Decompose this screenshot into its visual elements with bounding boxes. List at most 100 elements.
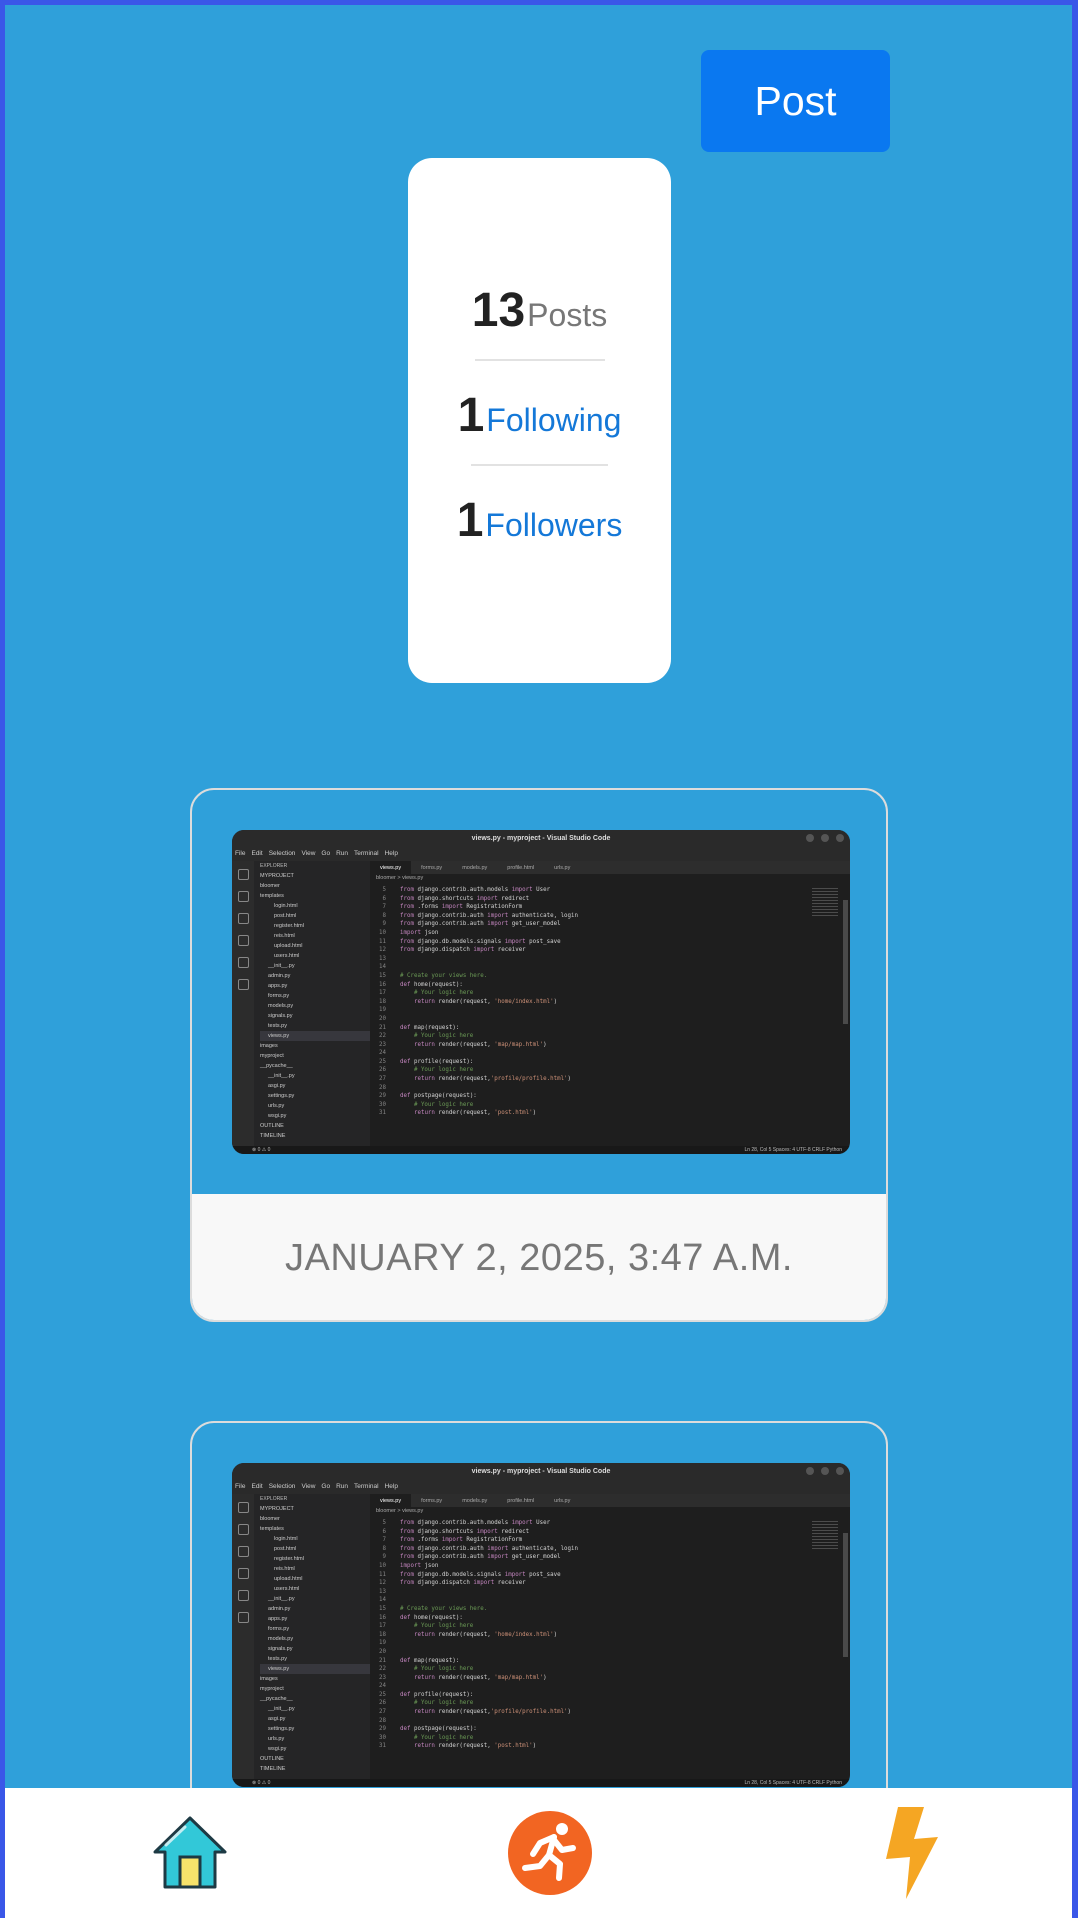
code-line: 31 return render(request, 'post.html'): [379, 1743, 537, 1750]
followers-count: 1: [456, 494, 484, 547]
activity-icon: [238, 891, 249, 902]
explorer-item: signals.py: [268, 1013, 293, 1019]
code-line: 30 # Your logic here: [379, 1101, 474, 1108]
following-stat[interactable]: 1 Following: [408, 388, 671, 443]
explorer-item: urls.py: [268, 1736, 285, 1742]
explorer-item: wsgi.py: [268, 1746, 287, 1752]
code-line: 23 return render(request, 'map/map.html'…: [379, 1674, 547, 1681]
code-line: 21 def map(request):: [379, 1657, 460, 1664]
explorer-item: MYPROJECT: [260, 873, 294, 879]
app-screen: Post 13 Posts 1 Following 1 Followers vi…: [5, 5, 1072, 1918]
code-line: 22 # Your logic here: [379, 1033, 474, 1040]
code-line: 12 from django.dispatch import receiver: [379, 947, 526, 954]
menu-item: Help: [384, 850, 398, 857]
explorer-item: apps.py: [268, 983, 288, 989]
explorer-item: reis.html: [274, 933, 295, 939]
explorer-item: __pycache__: [260, 1696, 293, 1702]
menu-bar: File Edit Selection View Go Run Terminal Help: [232, 1479, 850, 1494]
menu-item: Edit: [251, 850, 263, 857]
code-line: 11 from django.db.models.signals import p…: [379, 1571, 561, 1578]
code-line: 16 def home(request):: [379, 1614, 463, 1621]
post-card[interactable]: views.py - myproject - Visual Studio Cod…: [190, 788, 888, 1322]
lightning-icon: [886, 1807, 938, 1899]
home-icon: [153, 1816, 227, 1889]
explorer-item: reis.html: [274, 1566, 295, 1572]
code-line: 24: [379, 1683, 386, 1690]
post-image[interactable]: views.py - myproject - Visual Studio Cod…: [232, 1463, 850, 1787]
code-line: 6 from django.shortcuts import redirect: [382, 1528, 530, 1535]
explorer-panel: EXPLORER MYPROJECT bloomer templates login.h…: [254, 861, 370, 1146]
explorer-item: post.html: [274, 913, 297, 919]
code-line: 22 # Your logic here: [379, 1666, 474, 1673]
activity-icon: [238, 913, 249, 924]
posts-count: 13: [471, 284, 526, 337]
explorer-item: bloomer: [260, 1516, 280, 1522]
editor-tab: urls.py: [554, 1497, 571, 1504]
activity-bar: [232, 1494, 254, 1779]
explorer-item: MYPROJECT: [260, 1506, 294, 1512]
explorer-title: EXPLORER: [260, 1496, 288, 1502]
nav-home[interactable]: [105, 1788, 275, 1918]
post-image[interactable]: views.py - myproject - Visual Studio Cod…: [232, 830, 850, 1154]
window-title: views.py - myproject - Visual Studio Cod…: [232, 1463, 850, 1479]
explorer-title: EXPLORER: [260, 863, 288, 869]
editor-tab: views.py: [370, 1494, 412, 1507]
breadcrumb: bloomer > views.py: [376, 1508, 424, 1514]
menu-bar: File Edit Selection View Go Run Terminal Help: [232, 846, 850, 861]
code-line: 31 return render(request, 'post.html'): [379, 1110, 537, 1117]
status-bar: ⊗ 0 ⚠ 0 Ln 28, Col 5 Spaces: 4 UTF-8 CRLF…: [232, 1779, 850, 1787]
explorer-item: admin.py: [268, 1606, 291, 1612]
minimap: [812, 888, 838, 916]
code-line: 13: [379, 955, 386, 962]
explorer-item: models.py: [268, 1003, 294, 1009]
editor-tab: models.py: [462, 864, 488, 871]
editor-tab: views.py: [370, 861, 412, 874]
explorer-item: login.html: [274, 1536, 298, 1542]
explorer-item: urls.py: [268, 1103, 285, 1109]
code-line: 16 def home(request):: [379, 981, 463, 988]
code-line: 9 from django.contrib.auth import get_use…: [382, 921, 561, 928]
explorer-item: views.py: [260, 1664, 370, 1674]
activity-icon: [238, 1546, 249, 1557]
code-line: 15 # Create your views here.: [379, 1605, 488, 1612]
explorer-item: myproject: [260, 1686, 284, 1692]
explorer-item: upload.html: [274, 1576, 303, 1582]
code-line: 18 return render(request, 'home/index.ht…: [379, 998, 558, 1005]
code-line: 25 def profile(request):: [379, 1058, 474, 1065]
explorer-item: images: [260, 1676, 278, 1682]
activity-icon: [238, 935, 249, 946]
code-line: 24: [379, 1050, 386, 1057]
activity-icon: [238, 1612, 249, 1623]
code-line: 28: [379, 1084, 386, 1091]
activity-icon: [238, 1590, 249, 1601]
menu-item: File: [235, 850, 246, 857]
editor-tab: profile.html: [507, 1497, 535, 1504]
profile-stats-card: 13 Posts 1 Following 1 Followers: [408, 158, 671, 683]
code-line: 26 # Your logic here: [379, 1067, 474, 1074]
post-button[interactable]: Post: [701, 50, 890, 152]
explorer-item: OUTLINE: [260, 1123, 284, 1129]
nav-energy[interactable]: [825, 1788, 995, 1918]
followers-link[interactable]: Followers: [485, 507, 622, 544]
explorer-item: tests.py: [268, 1023, 287, 1029]
explorer-item: forms.py: [268, 993, 290, 999]
code-line: 8 from django.contrib.auth import authent…: [382, 912, 579, 919]
window-maximize-icon: [821, 1467, 829, 1475]
stats-divider: [471, 464, 608, 466]
code-line: 12 from django.dispatch import receiver: [379, 1580, 526, 1587]
code-line: 28: [379, 1717, 386, 1724]
followers-stat[interactable]: 1 Followers: [408, 493, 671, 548]
menu-item: File: [235, 1483, 246, 1490]
code-line: 9 from django.contrib.auth import get_use…: [382, 1554, 561, 1561]
explorer-panel: EXPLORER MYPROJECT bloomer templates login.h…: [254, 1494, 370, 1779]
code-line: 10 import json: [379, 929, 439, 936]
explorer-item: login.html: [274, 903, 298, 909]
menu-item: Edit: [251, 1483, 263, 1490]
following-link[interactable]: Following: [486, 402, 621, 439]
explorer-item: TIMELINE: [260, 1766, 286, 1772]
explorer-item: wsgi.py: [268, 1113, 287, 1119]
window-maximize-icon: [821, 834, 829, 842]
explorer-item: templates: [260, 893, 284, 899]
code-editor: 5 from django.contrib.auth.models import …: [370, 1519, 838, 1779]
nav-activity[interactable]: [465, 1788, 635, 1918]
